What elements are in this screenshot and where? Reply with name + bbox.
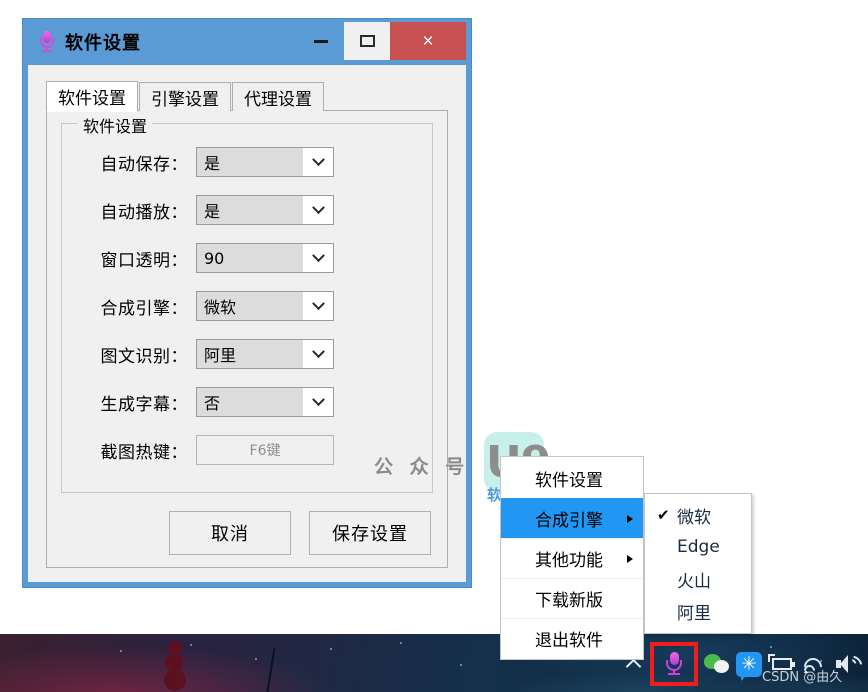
label-generate-subtitles: 生成字幕： — [100, 394, 188, 415]
screenshot-hotkey-input[interactable]: F6键 — [196, 435, 334, 465]
chevron-down-icon[interactable] — [303, 292, 333, 320]
window-body: 软件设置 引擎设置 代理设置 软件设置 自动保存： 是 自动播放： 是 窗口透明… — [28, 65, 466, 582]
desktop: 软件设置 × 软件设置 引擎设置 代理设置 软件设置 自动保存： 是 自动播放：… — [0, 0, 868, 692]
tts-engine-select[interactable]: 微软 — [196, 291, 334, 321]
wifi-icon[interactable] — [800, 653, 828, 680]
window-controls: × — [298, 22, 466, 60]
tab-proxy-settings[interactable]: 代理设置 — [232, 82, 324, 111]
star-app-icon[interactable] — [736, 651, 762, 681]
label-auto-save: 自动保存： — [100, 154, 188, 175]
submenu-item-edge[interactable]: Edge — [645, 531, 751, 563]
window-opacity-value: 90 — [197, 244, 303, 272]
chevron-down-icon[interactable] — [303, 196, 333, 224]
settings-window: 软件设置 × 软件设置 引擎设置 代理设置 软件设置 自动保存： 是 自动播放：… — [22, 18, 472, 588]
cancel-button[interactable]: 取消 — [169, 511, 291, 555]
submenu-item-label: 微软 — [677, 507, 711, 528]
tab-engine-settings[interactable]: 引擎设置 — [139, 82, 231, 111]
submenu-arrow-icon — [627, 514, 633, 523]
menu-item-download-new-version[interactable]: 下载新版 — [501, 578, 643, 618]
microphone-tray-icon-highlight[interactable] — [650, 642, 698, 686]
auto-save-value: 是 — [197, 148, 303, 176]
label-ocr-engine: 图文识别： — [100, 346, 188, 367]
wallpaper-plant-decoration — [160, 640, 190, 692]
form-row-ocr-engine: 图文识别： 阿里 — [62, 338, 432, 370]
tts-engine-value: 微软 — [197, 292, 303, 320]
save-settings-button[interactable]: 保存设置 — [309, 511, 431, 555]
form-row-tts-engine: 合成引擎： 微软 — [62, 290, 432, 322]
label-tts-engine: 合成引擎： — [100, 298, 188, 319]
check-icon: ✔ — [657, 506, 670, 524]
form-row-auto-play: 自动播放： 是 — [62, 194, 432, 226]
maximize-icon — [359, 35, 375, 47]
menu-item-exit-software[interactable]: 退出软件 — [501, 618, 643, 658]
menu-item-label: 下载新版 — [535, 591, 603, 611]
menu-item-label: 软件设置 — [535, 470, 603, 491]
menu-item-label: 退出软件 — [535, 631, 603, 651]
label-auto-play: 自动播放： — [100, 202, 188, 223]
microphone-icon — [38, 31, 56, 53]
window-title-bar[interactable]: 软件设置 × — [28, 19, 466, 65]
volume-icon[interactable] — [834, 652, 865, 676]
wechat-icon[interactable] — [704, 652, 730, 676]
submenu-item-alibaba[interactable]: 阿里 — [645, 595, 751, 627]
submenu-item-microsoft[interactable]: ✔ 微软 — [645, 499, 751, 531]
software-settings-group: 软件设置 自动保存： 是 自动播放： 是 窗口透明： 90 合成引擎： 微软 图… — [61, 113, 433, 493]
maximize-button[interactable] — [344, 22, 390, 60]
chevron-down-icon[interactable] — [303, 388, 333, 416]
label-screenshot-hotkey: 截图热键： — [100, 442, 188, 463]
menu-item-software-settings[interactable]: 软件设置 — [501, 458, 643, 498]
submenu-item-label: Edge — [677, 537, 720, 557]
tab-software-settings[interactable]: 软件设置 — [46, 81, 138, 112]
close-icon: × — [422, 30, 434, 52]
tab-panel: 软件设置 自动保存： 是 自动播放： 是 窗口透明： 90 合成引擎： 微软 图… — [46, 110, 448, 568]
battery-charging-icon[interactable] — [768, 654, 796, 674]
tts-engine-submenu: ✔ 微软 Edge 火山 阿里 — [644, 493, 752, 634]
tab-label: 引擎设置 — [151, 89, 219, 110]
menu-item-label: 合成引擎 — [535, 511, 603, 531]
chevron-down-icon[interactable] — [303, 244, 333, 272]
submenu-arrow-icon — [627, 554, 633, 563]
system-tray — [624, 640, 865, 688]
ocr-engine-value: 阿里 — [197, 340, 303, 368]
auto-play-select[interactable]: 是 — [196, 195, 334, 225]
menu-item-label: 其他功能 — [535, 551, 603, 571]
generate-subtitles-value: 否 — [197, 388, 303, 416]
generate-subtitles-select[interactable]: 否 — [196, 387, 334, 417]
submenu-item-label: 阿里 — [677, 603, 711, 624]
ocr-engine-select[interactable]: 阿里 — [196, 339, 334, 369]
microphone-tray-icon — [664, 652, 684, 676]
minimize-icon — [314, 39, 328, 43]
tab-strip: 软件设置 引擎设置 代理设置 — [46, 81, 448, 112]
auto-play-value: 是 — [197, 196, 303, 224]
submenu-item-huoshan[interactable]: 火山 — [645, 563, 751, 595]
form-row-auto-save: 自动保存： 是 — [62, 146, 432, 178]
window-title: 软件设置 — [65, 33, 141, 54]
auto-save-select[interactable]: 是 — [196, 147, 334, 177]
group-title: 软件设置 — [78, 113, 153, 137]
chevron-down-icon[interactable] — [303, 340, 333, 368]
tray-context-menu: 软件设置 合成引擎 其他功能 下载新版 退出软件 — [500, 456, 644, 660]
menu-item-other-functions[interactable]: 其他功能 — [501, 538, 643, 578]
tab-label: 代理设置 — [244, 89, 312, 110]
tab-label: 软件设置 — [58, 89, 126, 109]
menu-item-tts-engine[interactable]: 合成引擎 — [501, 498, 643, 538]
chevron-down-icon[interactable] — [303, 148, 333, 176]
window-opacity-select[interactable]: 90 — [196, 243, 334, 273]
close-button[interactable]: × — [390, 22, 466, 60]
submenu-item-label: 火山 — [677, 571, 711, 592]
form-row-window-opacity: 窗口透明： 90 — [62, 242, 432, 274]
label-window-opacity: 窗口透明： — [100, 250, 188, 271]
dialog-footer: 取消 保存设置 — [61, 493, 433, 555]
minimize-button[interactable] — [298, 22, 344, 60]
form-row-generate-subtitles: 生成字幕： 否 — [62, 386, 432, 418]
